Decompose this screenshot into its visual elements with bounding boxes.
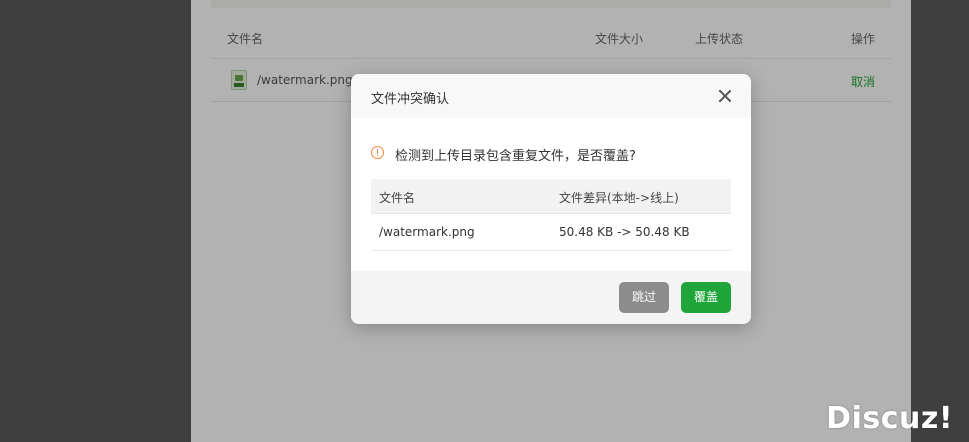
overwrite-button[interactable]: 覆盖 [681, 282, 731, 313]
dialog-header: 文件冲突确认 [351, 74, 751, 118]
table-row: /watermark.png 50.48 KB -> 50.48 KB [371, 214, 731, 251]
file-conflict-dialog: 文件冲突确认 检测到上传目录包含重复文件，是否覆盖? 文件名 文件差异(本地->… [351, 74, 751, 324]
conflict-message: 检测到上传目录包含重复文件，是否覆盖? [395, 149, 636, 164]
skip-button[interactable]: 跳过 [619, 282, 669, 313]
column-header-filename: 文件名 [379, 191, 416, 205]
close-icon[interactable] [715, 86, 735, 106]
warning-icon [371, 146, 384, 159]
discuz-watermark: Discuz! [826, 401, 953, 436]
conflict-file-name: /watermark.png [379, 225, 475, 239]
dialog-footer: 跳过 覆盖 [351, 271, 751, 324]
conflict-file-diff: 50.48 KB -> 50.48 KB [559, 225, 690, 239]
dialog-title: 文件冲突确认 [371, 92, 450, 107]
conflict-table-header: 文件名 文件差异(本地->线上) [371, 179, 731, 214]
column-header-diff: 文件差异(本地->线上) [559, 191, 679, 205]
conflict-table: 文件名 文件差异(本地->线上) /watermark.png 50.48 KB… [371, 179, 731, 251]
